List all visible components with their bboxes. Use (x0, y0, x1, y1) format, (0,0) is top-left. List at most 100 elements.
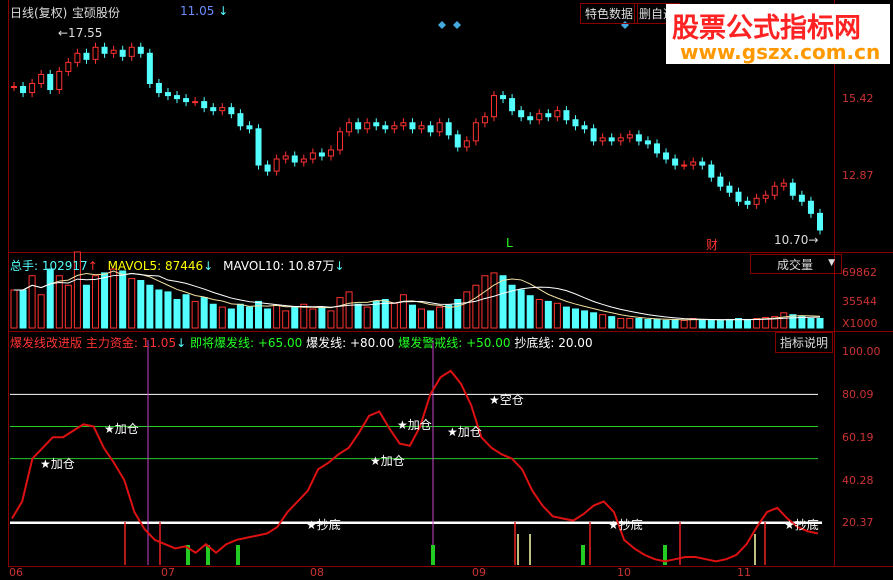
candle (708, 164, 715, 178)
volume-bar (445, 304, 453, 329)
volume-bar (418, 308, 426, 329)
signal-bar (236, 545, 240, 565)
date-tick: 07 (161, 566, 175, 579)
candle (500, 95, 507, 100)
signal-label: ★抄底 (608, 518, 643, 532)
candle (273, 158, 280, 172)
candle (653, 143, 660, 154)
axis-label: 80.09 (842, 388, 874, 401)
candle (699, 161, 706, 166)
volume-bar (209, 303, 217, 329)
candle (536, 113, 543, 121)
candle (753, 197, 760, 205)
signal-label: ★抄底 (306, 518, 341, 532)
date-tick: 08 (310, 566, 324, 579)
candle (137, 46, 144, 54)
candle (65, 61, 72, 72)
candle (454, 134, 461, 148)
candle (635, 134, 642, 142)
dropdown-arrow-icon: ▼ (828, 258, 835, 268)
candle (219, 107, 226, 112)
volume-bar (744, 318, 752, 329)
candle (490, 95, 497, 118)
volume-bar (309, 308, 317, 329)
candle (210, 107, 217, 112)
marker-finance: 财 (706, 238, 719, 252)
candle (735, 191, 742, 202)
candle (391, 125, 398, 130)
watermark-logo: 股票公式指标网 www.gszx.com.cn (666, 4, 890, 64)
fund-line (11, 369, 819, 563)
candle (318, 152, 325, 157)
candle (663, 152, 670, 160)
candle (817, 212, 823, 231)
down-arrow-icon: ↓ (334, 259, 345, 273)
volume-bar (816, 318, 824, 329)
candle (463, 140, 470, 148)
volume-bar (490, 272, 498, 329)
candle (327, 149, 334, 157)
candle (300, 158, 307, 163)
candle (155, 83, 162, 94)
candle (174, 95, 181, 100)
candle (608, 137, 615, 142)
volume-bar (282, 310, 290, 329)
volume-bar (372, 300, 380, 329)
candle (56, 70, 63, 91)
volume-bar (236, 303, 244, 329)
chart-canvas[interactable] (0, 0, 893, 580)
signal-bar (581, 545, 585, 565)
high-price-label: ←17.55 (58, 26, 103, 40)
candle (762, 194, 769, 199)
indicator-help-button[interactable]: 指标说明 (775, 332, 834, 353)
volume-bar (327, 310, 335, 329)
candle (110, 49, 117, 54)
volume-bar (707, 319, 715, 329)
candle (282, 155, 289, 160)
volume-bar (671, 318, 679, 329)
volume-bar (553, 302, 561, 329)
candle (309, 152, 316, 160)
candle (672, 158, 679, 166)
current-price: 11.05 ↓ (180, 4, 229, 18)
indicator-selector[interactable]: 成交量 ▼ (750, 254, 842, 274)
candle (47, 73, 54, 91)
candle (780, 182, 787, 187)
candle (29, 83, 36, 94)
volume-bar (798, 316, 806, 329)
candle (481, 116, 488, 124)
feature-data-button[interactable]: 特色数据 (580, 3, 639, 24)
date-tick: 09 (472, 566, 486, 579)
candle (346, 122, 353, 133)
volume-bar (644, 318, 652, 329)
volume-bar (55, 275, 63, 329)
candle (382, 125, 389, 130)
candle (409, 122, 416, 130)
volume-bar (119, 270, 127, 329)
axis-label: 69862 (842, 266, 877, 279)
volume-bar (526, 295, 534, 329)
volume-bar (608, 316, 616, 329)
candle (164, 92, 171, 97)
candle (726, 185, 733, 193)
axis-label: 40.28 (842, 474, 874, 487)
candle (527, 116, 534, 121)
volume-bar (227, 308, 235, 329)
volume-bar (173, 299, 181, 329)
watermark-url: www.gszx.com.cn (680, 40, 881, 64)
candle (445, 122, 452, 136)
volume-bar (653, 318, 661, 329)
candle (771, 185, 778, 196)
candle (183, 98, 190, 103)
candle (789, 182, 796, 196)
volume-bar (19, 289, 27, 329)
volume-bar (291, 306, 299, 329)
candle (436, 122, 443, 133)
marker-l: L (506, 236, 513, 250)
candle (690, 161, 697, 166)
axis-label: 100.00 (842, 345, 881, 358)
volume-bar (427, 310, 435, 329)
volume-bar (110, 268, 118, 329)
candle (92, 46, 99, 60)
volume-bar (137, 280, 145, 329)
